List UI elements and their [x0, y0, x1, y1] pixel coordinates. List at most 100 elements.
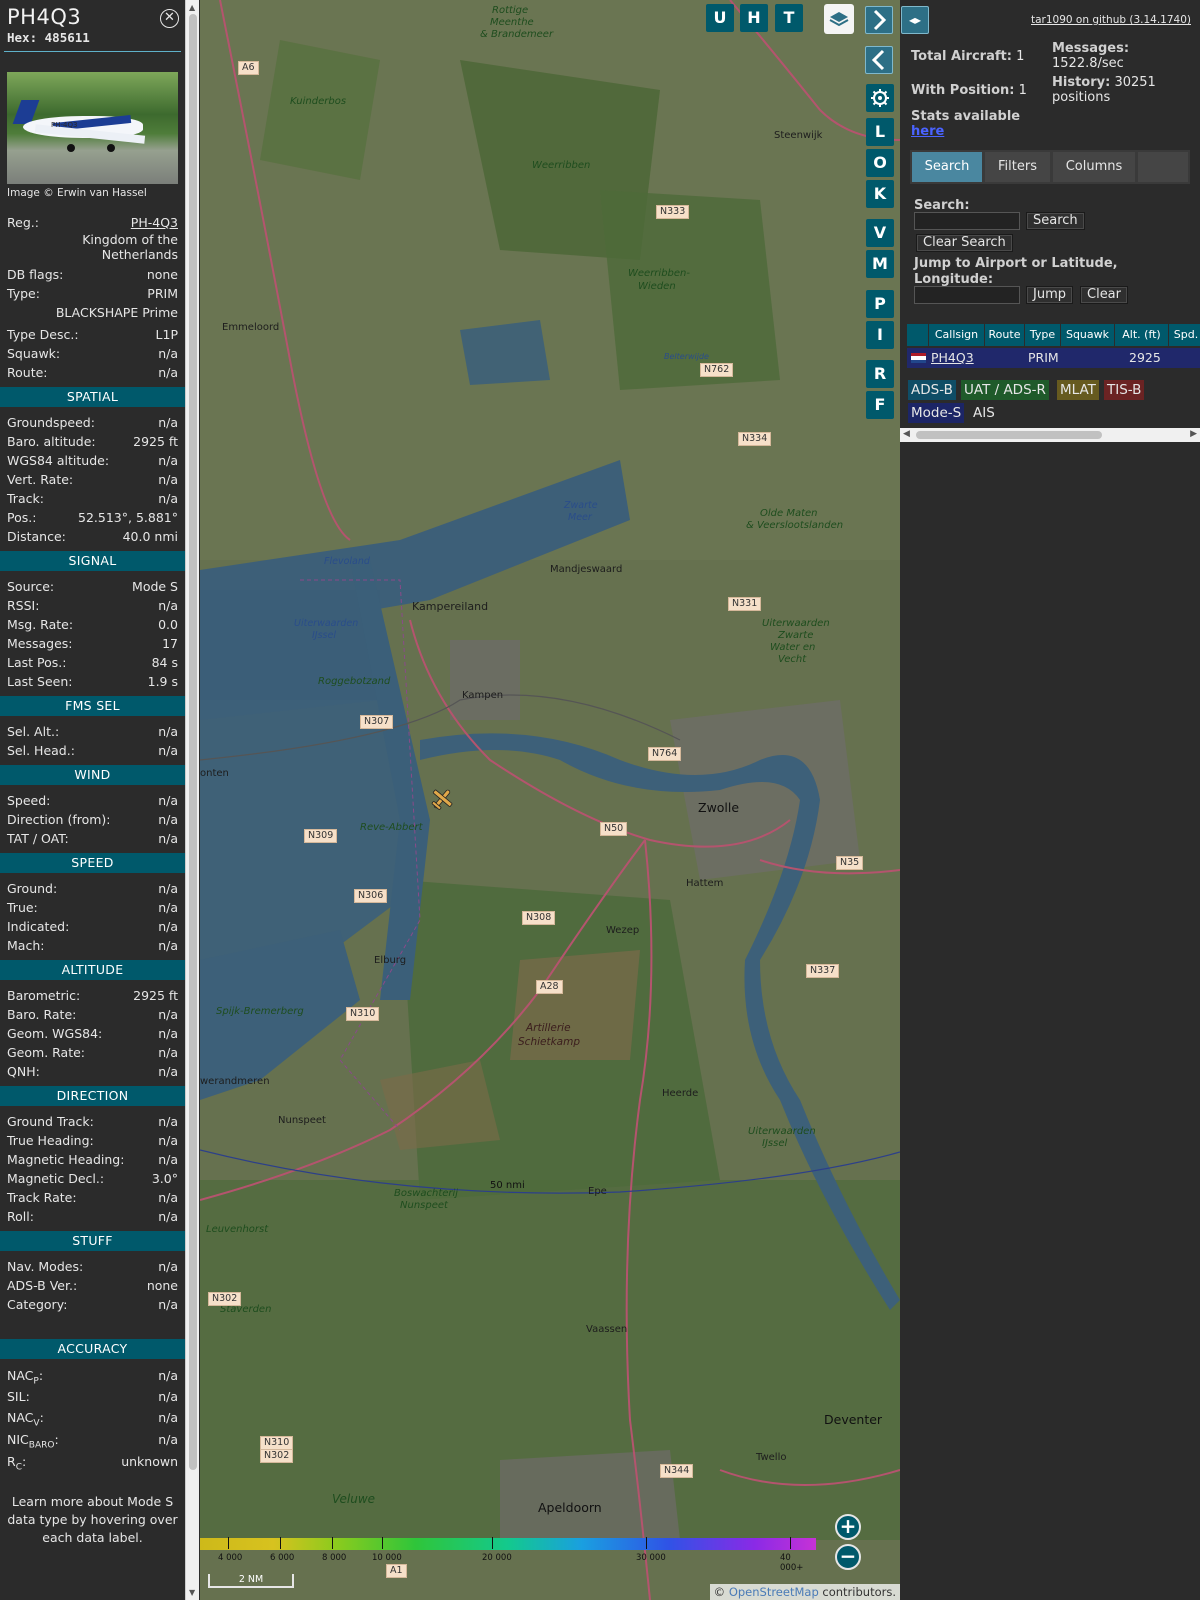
scroll-left-icon[interactable]: ◀: [903, 429, 910, 439]
toggle-k-button[interactable]: K: [866, 180, 894, 208]
detail-row: Ground Track: n/a: [0, 1112, 185, 1131]
scroll-up-icon[interactable]: ▲: [189, 3, 195, 12]
alt-tick: 4 000: [218, 1537, 243, 1563]
scroll-down-icon[interactable]: ▼: [189, 1588, 195, 1597]
table-horizontal-scrollbar[interactable]: ◀ ▶: [900, 428, 1200, 442]
toggle-v-button[interactable]: V: [866, 219, 894, 247]
aircraft-hex: Hex: 485611: [7, 30, 178, 45]
place-kampen: Kampen: [462, 690, 504, 701]
layers-button[interactable]: [824, 4, 854, 34]
toggle-m-button[interactable]: M: [866, 250, 894, 278]
reg-link[interactable]: PH-4Q3: [131, 213, 178, 232]
aircraft-photo[interactable]: PH-4Q3: [7, 72, 178, 184]
toggle-u-button[interactable]: U: [706, 4, 734, 32]
column-speed[interactable]: Spd.: [1169, 324, 1200, 346]
jump-input[interactable]: [914, 286, 1020, 304]
nacp-row: NACP: n/a: [0, 1365, 185, 1387]
search-button[interactable]: Search: [1026, 212, 1085, 230]
selected-aircraft-panel: PH4Q3 Hex: 485611 ✕ PH-4Q3 Image © Erwin…: [0, 0, 185, 1600]
typedesc-label: Type Desc.:: [7, 327, 79, 342]
route-value: n/a: [158, 365, 178, 380]
settings-button[interactable]: [866, 84, 894, 112]
map-scale-bar: 2 NM: [208, 1574, 294, 1588]
hscroll-thumb[interactable]: [916, 431, 1102, 439]
map-canvas[interactable]: Zwolle Kampen Kampereiland Emmeloord Ste…: [200, 0, 900, 1600]
source-uat: UAT / ADS-R: [961, 380, 1049, 400]
detail-value: n/a: [158, 1064, 178, 1079]
road-sign: N764: [648, 747, 682, 761]
route-label: Route:: [7, 365, 48, 380]
place-kampereiland: Kampereiland: [412, 600, 489, 613]
detail-value: 0.0: [158, 617, 178, 632]
place-reve-abbert: Reve-Abbert: [360, 822, 423, 833]
toggle-f-button[interactable]: F: [866, 391, 894, 419]
place-meenthe: Meenthe: [490, 17, 534, 28]
github-link[interactable]: tar1090 on github (3.14.1740): [1031, 14, 1191, 26]
clear-jump-button[interactable]: Clear: [1080, 286, 1128, 304]
road-sign: N310: [346, 1007, 380, 1021]
left-panel-scrollbar[interactable]: ▲ ▼: [185, 0, 199, 1600]
alt-tick: 40 000+: [780, 1537, 816, 1573]
dbflags-row: DB flags: none: [0, 265, 185, 284]
detail-value: n/a: [158, 1114, 178, 1129]
tab-filters[interactable]: Filters: [985, 152, 1050, 182]
toggle-h-button[interactable]: H: [740, 4, 768, 32]
detail-row: Messages: 17: [0, 634, 185, 653]
column-type[interactable]: Type: [1025, 324, 1061, 346]
collapse-sidebar-button[interactable]: [865, 46, 893, 74]
arrows-left-right-icon: ◂▸: [908, 13, 922, 27]
scrollbar-thumb[interactable]: [189, 14, 197, 1470]
place-olde-maten: Olde Maten: [760, 508, 818, 519]
toggle-layout-button[interactable]: ◂▸: [901, 6, 929, 34]
detail-label: Last Seen:: [7, 674, 73, 689]
fms-rows: Sel. Alt.: n/a Sel. Head.: n/a: [0, 722, 185, 760]
search-input[interactable]: [914, 212, 1020, 230]
squawk-label: Squawk:: [7, 346, 61, 361]
aircraft-marker-icon[interactable]: [428, 786, 456, 812]
stats-here-link[interactable]: here: [911, 124, 944, 139]
table-row[interactable]: PH4Q3 PRIM 2925: [907, 348, 1200, 368]
zoom-out-button[interactable]: −: [835, 1544, 861, 1570]
column-route[interactable]: Route: [985, 324, 1025, 346]
expand-sidebar-button[interactable]: [865, 6, 893, 34]
close-icon[interactable]: ✕: [160, 9, 179, 28]
column-flag[interactable]: [907, 324, 929, 346]
tab-columns[interactable]: Columns: [1053, 152, 1135, 182]
osm-link[interactable]: OpenStreetMap: [729, 1585, 819, 1599]
nacv-sub: V: [33, 1418, 40, 1429]
minus-icon: −: [839, 1544, 857, 1568]
place-heerde: Heerde: [662, 1088, 699, 1099]
messages-label: Messages:: [1052, 41, 1130, 56]
search-label: Search:: [914, 198, 970, 213]
toggle-p-button[interactable]: P: [866, 290, 894, 318]
aircraft-header: PH4Q3 Hex: 485611 ✕: [0, 0, 185, 45]
column-callsign[interactable]: Callsign: [929, 324, 985, 346]
zoom-in-button[interactable]: +: [835, 1514, 861, 1540]
toggle-i-button[interactable]: I: [866, 321, 894, 349]
place-wieden: Wieden: [638, 281, 676, 292]
scroll-right-icon[interactable]: ▶: [1190, 429, 1197, 439]
plus-icon: +: [839, 1514, 857, 1538]
detail-row: Last Pos.: 84 s: [0, 653, 185, 672]
clear-search-button[interactable]: Clear Search: [916, 234, 1013, 252]
place-steenwijk: Steenwijk: [774, 130, 823, 141]
type-label: Type:: [7, 286, 40, 301]
toggle-l-button[interactable]: L: [866, 118, 894, 146]
place-water-en: Water en: [770, 642, 816, 653]
toggle-o-button[interactable]: O: [866, 149, 894, 177]
detail-value: n/a: [158, 598, 178, 613]
place-vaassen: Vaassen: [586, 1324, 628, 1335]
source-mlat: MLAT: [1057, 380, 1099, 400]
column-squawk[interactable]: Squawk: [1061, 324, 1115, 346]
jump-button[interactable]: Jump: [1026, 286, 1073, 304]
attribution-suffix: contributors.: [818, 1585, 896, 1599]
toggle-r-button[interactable]: R: [866, 360, 894, 388]
row-callsign[interactable]: PH4Q3: [931, 348, 974, 368]
column-altitude[interactable]: Alt. (ft): [1115, 324, 1169, 346]
detail-label: Geom. Rate:: [7, 1045, 86, 1060]
tab-extra[interactable]: [1138, 152, 1188, 182]
tab-search[interactable]: Search: [912, 152, 982, 182]
toggle-t-button[interactable]: T: [775, 4, 803, 32]
rc-label-wrap: RC:: [7, 1454, 27, 1473]
place-elburg: Elburg: [374, 955, 407, 966]
